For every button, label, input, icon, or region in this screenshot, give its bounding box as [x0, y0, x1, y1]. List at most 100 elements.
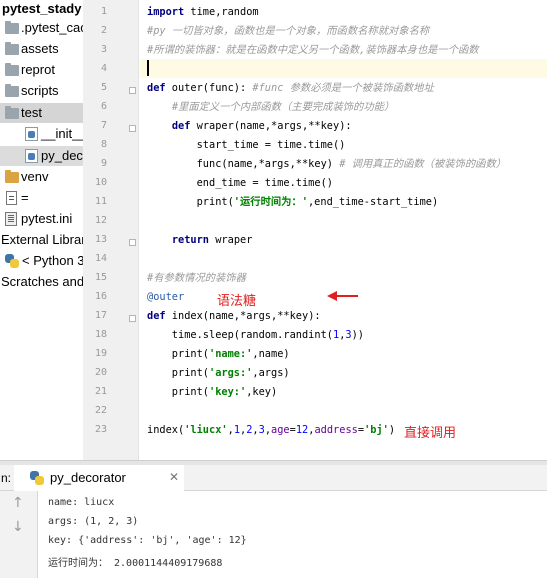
code-editor[interactable]: import time,random #py 一切皆对象，函数也是一个对象，而函… [140, 0, 547, 460]
python-file-icon [25, 149, 38, 163]
console-line: key: {'address': 'bj', 'age': 12} [48, 535, 247, 546]
folder-icon [5, 21, 19, 34]
run-panel-header: n: py_decorator ✕ [0, 465, 547, 491]
code-line-10: end_time = time.time() [147, 177, 333, 189]
code-line-7: def wraper(name,*args,**key): [171, 120, 352, 132]
line-number: 11 [94, 196, 107, 207]
run-panel-label: n: [1, 471, 12, 485]
scroll-up-icon[interactable]: ↑ [12, 495, 24, 511]
code-line-16: @outer [147, 291, 185, 303]
line-number: 15 [94, 272, 107, 283]
tree-item-py-decorator[interactable]: py_decc [0, 146, 83, 166]
fold-marker-icon[interactable] [129, 125, 136, 132]
code-line-15: #有参数情况的装饰器 [147, 272, 246, 284]
tab-py-decorator[interactable]: py_decorator ✕ [14, 465, 184, 491]
arrow-icon [327, 291, 358, 301]
line-number: 9 [100, 158, 107, 169]
folder-icon [5, 42, 19, 55]
tree-item-label: External Librar [1, 232, 83, 247]
line-number: 12 [94, 215, 107, 226]
tree-item-label: < Python 3 [22, 253, 83, 268]
text-caret [147, 60, 149, 76]
project-tree: pytest_stady .pytest_cac assets reprot s… [0, 0, 83, 460]
tab-title: py_decorator [50, 470, 126, 485]
code-line-6: #里面定义一个内部函数（主要完成装饰的功能） [171, 101, 395, 113]
tree-item-label: scripts [21, 83, 59, 98]
line-number: 20 [94, 367, 107, 378]
fold-marker-icon[interactable] [129, 87, 136, 94]
code-line-3: #所谓的装饰器：就是在函数中定义另一个函数,装饰器本身也是一个函数 [147, 44, 479, 56]
current-line-highlight [140, 59, 547, 78]
code-line-1: import time,random [147, 6, 259, 18]
folder-icon [5, 63, 19, 76]
code-line-5: def outer(func): #func 参数必须是一个被装饰函数地址 [147, 82, 434, 94]
tree-item-reprot[interactable]: reprot [0, 60, 83, 80]
tree-item-python[interactable]: < Python 3 [0, 251, 83, 271]
line-number: 1 [100, 6, 107, 17]
fold-marker-icon[interactable] [129, 239, 136, 246]
tree-item-scratches[interactable]: Scratches and [0, 272, 83, 292]
file-icon [6, 191, 17, 205]
line-number: 10 [94, 177, 107, 188]
close-icon[interactable]: ✕ [169, 470, 179, 484]
python-icon [5, 254, 19, 268]
folder-icon [5, 170, 19, 183]
tree-item-label: assets [21, 41, 59, 56]
editor-gutter: 1 2 3 4 5 6 7 8 9 10 11 12 13 14 15 16 1… [83, 0, 139, 460]
tree-item-label: .pytest_cac [21, 20, 83, 35]
code-line-11: print('运行时间为：',end_time-start_time) [147, 196, 439, 208]
python-file-icon [25, 127, 38, 141]
line-number: 19 [94, 348, 107, 359]
tree-item-label: reprot [21, 62, 55, 77]
tree-item-label: __init__ [41, 126, 83, 141]
tree-item-test[interactable]: test [0, 103, 83, 123]
annotation-direct-call: 直接调用 [404, 426, 457, 441]
line-number: 4 [100, 63, 107, 74]
folder-icon [5, 106, 19, 119]
tree-item-label: py_decc [41, 148, 83, 163]
scroll-down-icon[interactable]: ↓ [12, 519, 24, 535]
tree-item-assets[interactable]: assets [0, 39, 83, 59]
tree-item-label: = [21, 190, 29, 205]
console-line: args: (1, 2, 3) [48, 516, 139, 527]
line-number: 13 [94, 234, 107, 245]
console-output[interactable]: name: liucx args: (1, 2, 3) key: {'addre… [38, 491, 547, 578]
annotation-decorator-syntax: 语法糖 [217, 294, 257, 309]
code-line-13: return wraper [171, 234, 253, 246]
line-number: 22 [94, 405, 107, 416]
tree-item-label: pytest.ini [21, 211, 73, 226]
fold-marker-icon[interactable] [129, 315, 136, 322]
console-line: 运行时间为： 2.0001144409179688 [48, 558, 223, 569]
code-line-18: time.sleep(random.randint(1,3)) [147, 329, 364, 341]
line-number: 23 [94, 424, 107, 435]
line-number: 8 [100, 139, 107, 150]
code-line-17: def index(name,*args,**key): [147, 310, 321, 322]
config-file-icon [5, 212, 17, 226]
python-icon [30, 471, 44, 485]
project-title[interactable]: pytest_stady [2, 1, 81, 16]
code-line-8: start_time = time.time() [147, 139, 346, 151]
code-line-2: #py 一切皆对象，函数也是一个对象，而函数名称就对象名称 [147, 25, 430, 37]
tree-item-label: Scratches and [1, 274, 83, 289]
code-line-23: index('liucx',1,2,3,age=12,address='bj') [147, 424, 396, 436]
line-number: 6 [100, 101, 107, 112]
tree-item-external-libraries[interactable]: External Librar [0, 230, 83, 250]
run-toolbar: ↑ ↓ [0, 491, 38, 578]
tree-item-venv[interactable]: venv [0, 167, 83, 187]
tree-item-label: test [21, 105, 42, 120]
code-line-20: print('args:',args) [147, 367, 290, 379]
code-line-19: print('name:',name) [147, 348, 290, 360]
line-number: 14 [94, 253, 107, 264]
tree-item-equals-file[interactable]: = [0, 188, 83, 208]
tree-item-label: venv [21, 169, 49, 184]
line-number: 18 [94, 329, 107, 340]
line-number: 5 [100, 82, 107, 93]
tree-item-init[interactable]: __init__ [0, 124, 83, 144]
tree-item-scripts[interactable]: scripts [0, 81, 83, 101]
line-number: 21 [94, 386, 107, 397]
line-number: 17 [94, 310, 107, 321]
code-line-21: print('key:',key) [147, 386, 278, 398]
code-line-9: func(name,*args,**key) # 调用真正的函数（被装饰的函数） [147, 158, 507, 170]
tree-item-pytest-cache[interactable]: .pytest_cac [0, 18, 83, 38]
tree-item-pytest-ini[interactable]: pytest.ini [0, 209, 83, 229]
